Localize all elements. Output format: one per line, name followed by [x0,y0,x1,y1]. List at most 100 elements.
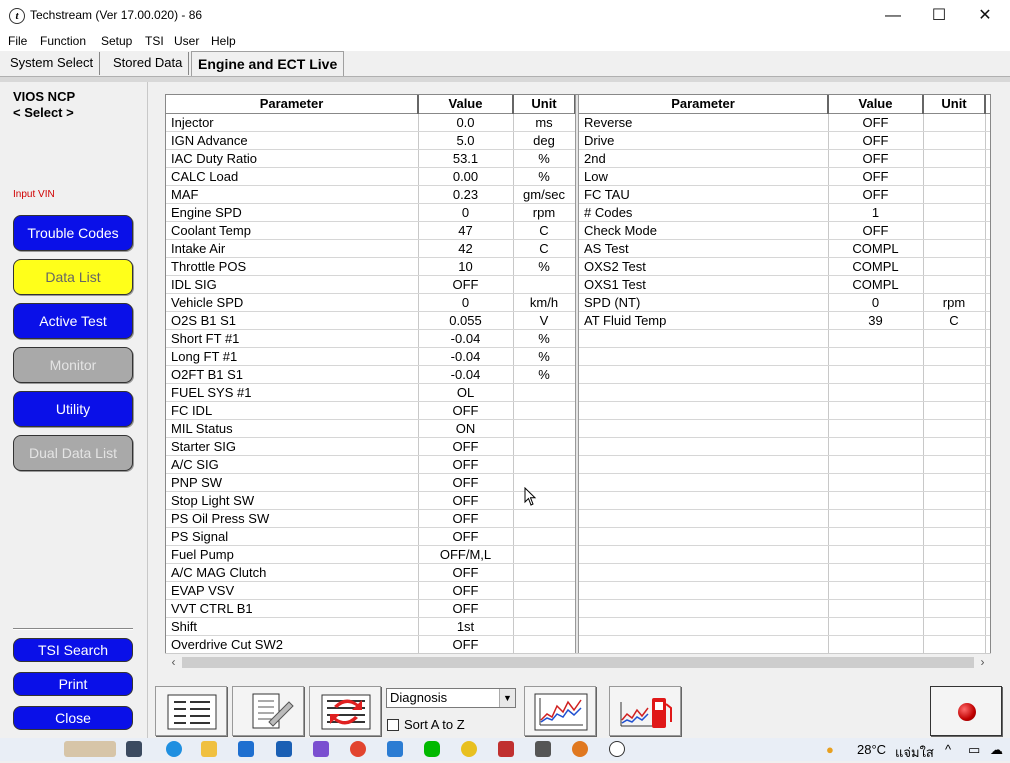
table-row[interactable]: EVAP VSV OFF [166,581,576,600]
minimize-button[interactable]: — [870,0,916,31]
line-icon[interactable] [424,741,440,757]
table-row[interactable]: VVT CTRL B1 OFF [166,599,576,618]
table-row[interactable] [579,383,990,402]
table-row[interactable] [579,401,990,420]
tool-icon[interactable] [461,741,477,757]
table-row[interactable] [579,635,990,654]
header-value[interactable]: Value [418,95,514,114]
table-row[interactable]: FC IDL OFF [166,401,576,420]
table-row[interactable]: Intake Air 42 C [166,239,576,258]
table-row[interactable]: A/C MAG Clutch OFF [166,563,576,582]
table-row[interactable]: OXS1 Test COMPL [579,275,990,294]
dual-data-list-button[interactable]: Dual Data List [13,435,133,471]
table-row[interactable]: Low OFF [579,167,990,186]
camera-icon[interactable] [535,741,551,757]
table-row[interactable] [579,419,990,438]
table-row[interactable]: MIL Status ON [166,419,576,438]
header-parameter[interactable]: Parameter [166,95,419,114]
table-row[interactable]: Check Mode OFF [579,221,990,240]
table-row[interactable]: AT Fluid Temp 39 C [579,311,990,330]
swap-list-button[interactable] [309,686,381,736]
store-icon[interactable] [238,741,254,757]
table-row[interactable]: PNP SW OFF [166,473,576,492]
table-row[interactable] [579,365,990,384]
weather-temperature[interactable]: 28°C [857,742,886,757]
maximize-button[interactable]: ☐ [916,0,962,31]
table-row[interactable] [579,509,990,528]
table-row[interactable]: SPD (NT) 0 rpm [579,293,990,312]
tab-engine-ect-live[interactable]: Engine and ECT Live [191,51,345,78]
table-row[interactable]: O2S B1 S1 0.055 V [166,311,576,330]
edge-icon[interactable] [166,741,182,757]
table-row[interactable]: OXS2 Test COMPL [579,257,990,276]
list-view-button[interactable] [155,686,227,736]
chevron-up-icon[interactable]: ^ [945,742,951,757]
app-icon[interactable] [313,741,329,757]
scroll-left-icon[interactable]: ‹ [165,654,182,671]
table-row[interactable] [579,437,990,456]
table-row[interactable]: Long FT #1 -0.04% [166,347,576,366]
data-list-button[interactable]: Data List [13,259,133,295]
table-row[interactable] [579,599,990,618]
pdf-icon[interactable] [498,741,514,757]
table-row[interactable] [579,329,990,348]
table-row[interactable]: Vehicle SPD 0 km/h [166,293,576,312]
table-row[interactable] [579,581,990,600]
menu-tsi[interactable]: TSI [145,34,164,48]
input-vin-link[interactable]: Input VIN [13,189,55,200]
tab-stored-data[interactable]: Stored Data [107,52,190,75]
cloud-icon[interactable]: ☁ [990,742,1003,758]
sort-a-to-z-checkbox[interactable] [387,719,399,731]
table-row[interactable]: Coolant Temp 47 C [166,221,576,240]
table-row[interactable] [579,473,990,492]
horizontal-scrollbar[interactable]: ‹ › [165,653,991,670]
display-icon[interactable]: ▭ [968,742,980,758]
tsi-search-button[interactable]: TSI Search [13,638,133,662]
fuel-graph-button[interactable] [609,686,681,736]
header-unit[interactable]: Unit [923,95,986,114]
table-row[interactable]: FUEL SYS #1 OL [166,383,576,402]
scroll-right-icon[interactable]: › [974,654,991,671]
table-row[interactable]: O2FT B1 S1 -0.04% [166,365,576,384]
search-app-icon[interactable] [572,741,588,757]
weather-text[interactable]: แจ่มใส [895,742,934,763]
table-row[interactable] [579,491,990,510]
table-row[interactable]: Starter SIG OFF [166,437,576,456]
menu-help[interactable]: Help [211,34,236,48]
table-row[interactable]: PS Oil Press SW OFF [166,509,576,528]
close-button[interactable]: Close [13,706,133,730]
table-row[interactable]: IAC Duty Ratio 53.1% [166,149,576,168]
menu-user[interactable]: User [174,34,199,48]
table-row[interactable]: CALC Load 0.00% [166,167,576,186]
word-icon[interactable] [387,741,403,757]
table-row[interactable] [579,527,990,546]
chrome-icon[interactable] [350,741,366,757]
graph-button[interactable] [524,686,596,736]
menu-setup[interactable]: Setup [101,34,132,48]
table-row[interactable] [579,563,990,582]
widgets-icon[interactable] [64,741,116,757]
file-explorer-icon[interactable] [201,741,217,757]
table-row[interactable]: 2nd OFF [579,149,990,168]
table-row[interactable]: Injector 0.0 ms [166,113,576,132]
table-row[interactable]: Throttle POS 10% [166,257,576,276]
menu-function[interactable]: Function [40,34,86,48]
header-value[interactable]: Value [828,95,924,114]
table-row[interactable] [579,545,990,564]
mode-combo[interactable]: Diagnosis ▼ [386,688,516,708]
monitor-button[interactable]: Monitor [13,347,133,383]
table-row[interactable]: FC TAU OFF [579,185,990,204]
close-window-button[interactable]: ✕ [962,0,1008,31]
table-row[interactable]: Drive OFF [579,131,990,150]
utility-button[interactable]: Utility [13,391,133,427]
scrollbar-thumb[interactable] [182,657,974,668]
table-row[interactable] [579,347,990,366]
header-unit[interactable]: Unit [513,95,576,114]
record-button[interactable] [930,686,1002,736]
table-row[interactable]: PS Signal OFF [166,527,576,546]
table-row[interactable]: Engine SPD 0 rpm [166,203,576,222]
active-test-button[interactable]: Active Test [13,303,133,339]
task-view-icon[interactable] [126,741,142,757]
table-row[interactable]: Shift 1st [166,617,576,636]
table-row[interactable]: IDL SIG OFF [166,275,576,294]
